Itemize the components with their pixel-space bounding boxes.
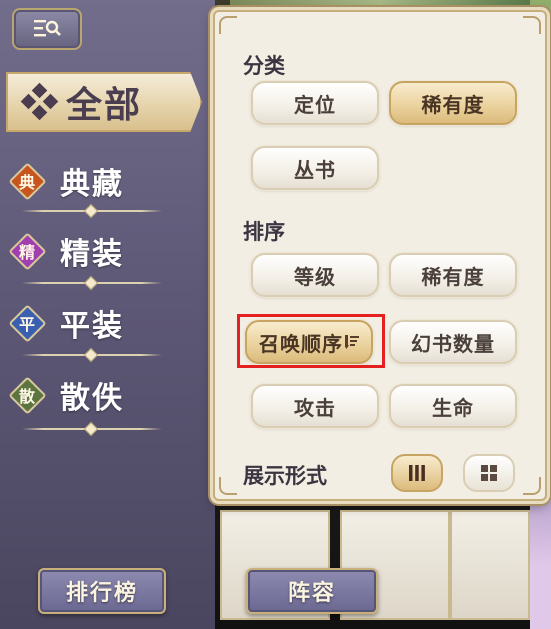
card-preview <box>450 510 530 620</box>
sort-option-rarity[interactable]: 稀有度 <box>389 253 517 297</box>
filter-search-icon <box>34 20 61 37</box>
sort-descending-icon <box>345 335 359 349</box>
grid-icon <box>481 465 497 481</box>
divider <box>22 203 162 219</box>
category-label: 平装 <box>60 309 124 344</box>
category-badge: 平 <box>7 303 47 343</box>
category-badge: 散 <box>7 375 47 415</box>
diamond-cluster-icon <box>20 82 60 122</box>
divider <box>22 421 162 437</box>
category-label: 精装 <box>60 237 124 272</box>
filter-option-dingwei[interactable]: 定位 <box>251 81 379 125</box>
category-badge: 典 <box>7 161 47 201</box>
sort-option-attack[interactable]: 攻击 <box>251 384 379 428</box>
filter-search-button[interactable] <box>12 8 82 50</box>
category-section-title: 分类 <box>243 53 285 78</box>
sort-section-title: 排序 <box>243 219 285 244</box>
filter-popup: 分类 定位 稀有度 丛书 排序 等级 稀有度 召唤顺序 幻书数量 攻击 生命 展… <box>213 10 547 501</box>
list-columns-icon <box>409 465 425 481</box>
sort-option-hp[interactable]: 生命 <box>389 384 517 428</box>
display-section-title: 展示形式 <box>243 463 327 488</box>
list-view-button[interactable] <box>391 454 443 492</box>
sort-option-level[interactable]: 等级 <box>251 253 379 297</box>
category-item-sanyi[interactable]: 散 散佚 <box>7 372 168 418</box>
sort-option-book-count[interactable]: 幻书数量 <box>389 320 517 364</box>
category-label: 散佚 <box>60 381 124 416</box>
category-badge: 精 <box>7 231 47 271</box>
category-all[interactable]: 全部 <box>6 72 202 132</box>
ranking-button[interactable]: 排行榜 <box>38 568 166 614</box>
category-label: 典藏 <box>60 167 124 202</box>
category-item-pingzhuang[interactable]: 平 平装 <box>7 300 168 346</box>
category-item-dianzang[interactable]: 典 典藏 <box>7 158 168 204</box>
sort-option-summon-order[interactable]: 召唤顺序 <box>245 320 373 364</box>
category-all-label: 全部 <box>66 84 143 126</box>
lineup-button[interactable]: 阵容 <box>246 568 378 614</box>
filter-option-rarity[interactable]: 稀有度 <box>389 81 517 125</box>
filter-option-congshu[interactable]: 丛书 <box>251 146 379 190</box>
divider <box>22 275 162 291</box>
divider <box>22 347 162 363</box>
category-item-jingzhuang[interactable]: 精 精装 <box>7 228 168 274</box>
grid-view-button[interactable] <box>463 454 515 492</box>
